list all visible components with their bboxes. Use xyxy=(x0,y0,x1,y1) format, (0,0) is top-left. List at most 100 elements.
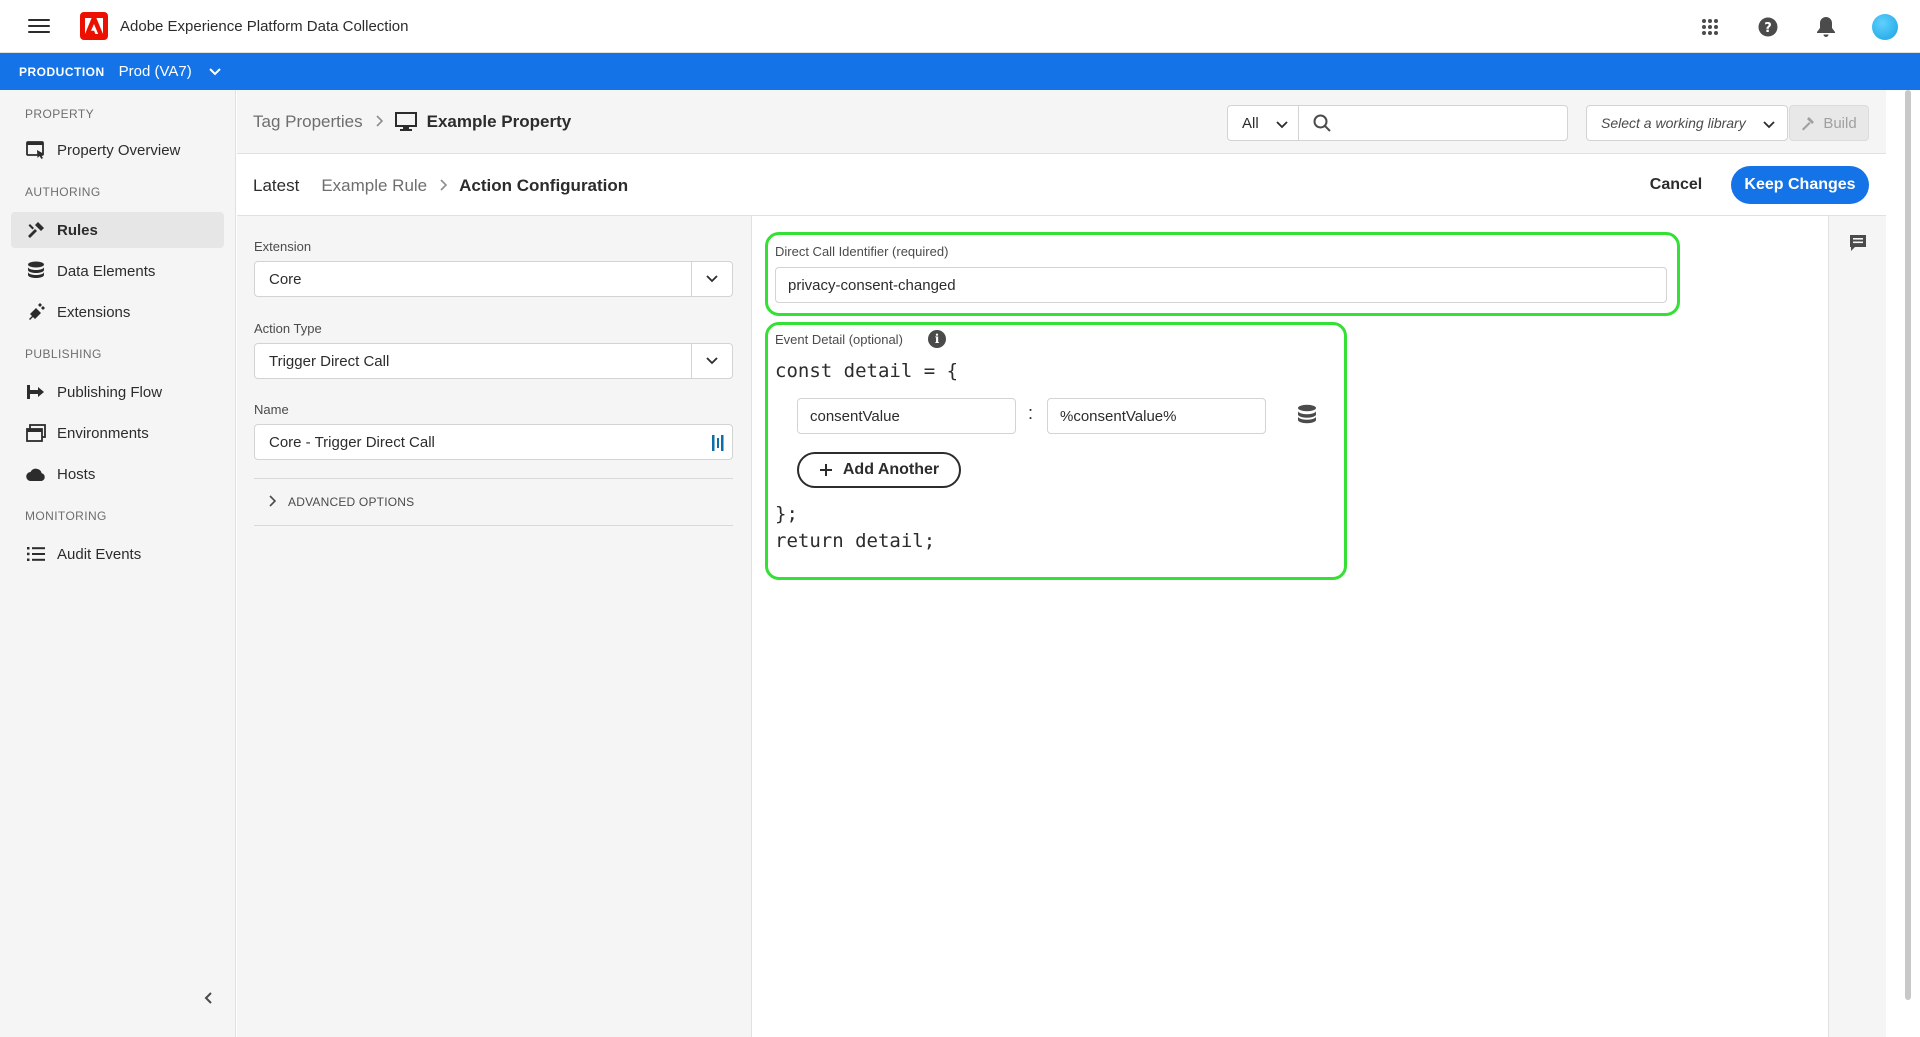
comment-icon[interactable] xyxy=(1849,234,1867,257)
search-icon xyxy=(1313,114,1331,132)
section-label-publishing: PUBLISHING xyxy=(25,347,102,361)
right-rail xyxy=(1828,216,1886,1037)
breadcrumb: Latest Example Rule Action Configuration xyxy=(253,154,628,218)
scrollbar-track xyxy=(1886,90,1920,1037)
data-elements-icon[interactable] xyxy=(1297,404,1319,428)
action-type-value: Trigger Direct Call xyxy=(269,352,390,370)
breadcrumb-latest[interactable]: Latest xyxy=(253,176,299,196)
event-detail-key-value: consentValue xyxy=(810,407,900,425)
chevron-down-icon[interactable] xyxy=(691,262,732,296)
sidebar-item-audit-events[interactable]: Audit Events xyxy=(11,536,224,572)
chevron-down-icon[interactable] xyxy=(208,67,222,77)
cancel-button[interactable]: Cancel xyxy=(1631,166,1721,204)
sidebar-item-label: Extensions xyxy=(57,303,131,321)
sidebar-item-label: Hosts xyxy=(57,465,96,483)
advanced-options-toggle[interactable]: ADVANCED OPTIONS xyxy=(254,478,733,526)
add-icon xyxy=(819,463,833,477)
action-type-picker[interactable]: Trigger Direct Call xyxy=(254,343,733,379)
action-configuration-area: Direct Call Identifier (required) privac… xyxy=(752,216,1828,1037)
app-grid-icon[interactable] xyxy=(1698,15,1722,39)
sidebar-item-rules[interactable]: Rules xyxy=(11,212,224,248)
sidebar-item-property-overview[interactable]: Property Overview xyxy=(11,132,224,168)
svg-text:?: ? xyxy=(1764,21,1772,36)
code-open: const detail = { xyxy=(775,360,959,382)
app-title: Adobe Experience Platform Data Collectio… xyxy=(120,17,409,35)
filter-select[interactable]: All xyxy=(1227,105,1299,141)
environment-bar: PRODUCTION Prod (VA7) xyxy=(0,53,1920,90)
action-type-label: Action Type xyxy=(254,321,322,336)
rules-icon xyxy=(25,219,47,241)
environments-icon xyxy=(25,422,47,444)
section-label-authoring: AUTHORING xyxy=(25,185,101,199)
monitor-icon xyxy=(394,112,417,132)
help-icon[interactable]: ? xyxy=(1756,15,1780,39)
extension-picker[interactable]: Core xyxy=(254,261,733,297)
search-field[interactable] xyxy=(1298,105,1568,141)
direct-call-identifier-input[interactable]: privacy-consent-changed xyxy=(775,267,1667,303)
event-detail-key-input[interactable]: consentValue xyxy=(797,398,1016,434)
property-name: Example Property xyxy=(426,112,572,131)
sidebar-item-label: Rules xyxy=(57,221,98,239)
event-detail-label: Event Detail (optional) xyxy=(775,332,903,347)
breadcrumb-current: Action Configuration xyxy=(459,176,629,195)
sidebar-item-environments[interactable]: Environments xyxy=(11,415,224,451)
hammer-icon xyxy=(1801,115,1817,131)
sidebar-item-data-elements[interactable]: Data Elements xyxy=(11,253,224,289)
top-bar: Adobe Experience Platform Data Collectio… xyxy=(0,0,1920,53)
section-label-monitoring: MONITORING xyxy=(25,509,107,523)
breadcrumb-tag-properties[interactable]: Tag Properties xyxy=(253,112,363,132)
scrollbar[interactable] xyxy=(1905,90,1911,1000)
sidebar-item-label: Property Overview xyxy=(57,141,181,159)
build-label: Build xyxy=(1823,114,1857,132)
property-overview-icon xyxy=(25,139,47,161)
sidebar-item-publishing-flow[interactable]: Publishing Flow xyxy=(11,374,224,410)
filter-value: All xyxy=(1242,114,1259,132)
event-detail-value-input[interactable]: %consentValue% xyxy=(1047,398,1266,434)
property-header: Tag Properties Example Property All Sele… xyxy=(237,90,1920,154)
chevron-down-icon xyxy=(1276,117,1288,134)
breadcrumb: Tag Properties Example Property xyxy=(253,90,571,154)
avatar[interactable] xyxy=(1872,13,1898,40)
rule-header: Latest Example Rule Action Configuration… xyxy=(237,154,1920,216)
section-label-property: PROPERTY xyxy=(25,107,94,121)
direct-call-identifier-value: privacy-consent-changed xyxy=(788,276,956,294)
name-value: Core - Trigger Direct Call xyxy=(269,433,435,451)
environment-value[interactable]: Prod (VA7) xyxy=(119,63,192,80)
extension-value: Core xyxy=(269,270,302,288)
keep-changes-button[interactable]: Keep Changes xyxy=(1731,166,1869,204)
breadcrumb-rule[interactable]: Example Rule xyxy=(321,176,427,196)
cloud-icon xyxy=(25,463,47,485)
advanced-options-label: ADVANCED OPTIONS xyxy=(288,495,415,509)
chevron-down-icon[interactable] xyxy=(691,344,732,378)
publishing-flow-icon xyxy=(25,381,47,403)
key-value-colon: : xyxy=(1028,403,1034,423)
sidebar-item-label: Data Elements xyxy=(57,262,156,280)
name-label: Name xyxy=(254,402,289,417)
data-elements-icon xyxy=(25,260,47,282)
working-library-select[interactable]: Select a working library xyxy=(1586,105,1788,141)
chevron-left-icon[interactable] xyxy=(196,986,220,1010)
bell-icon[interactable] xyxy=(1814,15,1838,39)
action-form-panel: Extension Core Action Type Trigger Direc… xyxy=(237,216,752,1037)
data-element-picker-icon[interactable] xyxy=(710,434,726,452)
sidebar-item-label: Publishing Flow xyxy=(57,383,163,401)
environment-label: PRODUCTION xyxy=(19,64,105,79)
chevron-right-icon xyxy=(268,494,277,510)
build-button[interactable]: Build xyxy=(1789,105,1869,141)
code-close: }; xyxy=(775,503,798,525)
add-another-button[interactable]: Add Another xyxy=(797,452,961,488)
hamburger-menu-icon[interactable] xyxy=(28,19,50,33)
sidebar: PROPERTY Property Overview AUTHORING Rul… xyxy=(0,90,236,1037)
sidebar-item-hosts[interactable]: Hosts xyxy=(11,456,224,492)
event-detail-value-value: %consentValue% xyxy=(1060,407,1177,425)
extension-label: Extension xyxy=(254,239,312,254)
working-library-placeholder: Select a working library xyxy=(1601,115,1746,131)
search-input[interactable] xyxy=(1341,114,1551,132)
extensions-icon xyxy=(25,301,47,323)
list-icon xyxy=(25,543,47,565)
chevron-right-icon xyxy=(439,178,448,194)
sidebar-item-extensions[interactable]: Extensions xyxy=(11,294,224,330)
name-field[interactable]: Core - Trigger Direct Call xyxy=(254,424,733,460)
info-icon[interactable]: i xyxy=(928,330,946,348)
sidebar-item-label: Environments xyxy=(57,424,149,442)
